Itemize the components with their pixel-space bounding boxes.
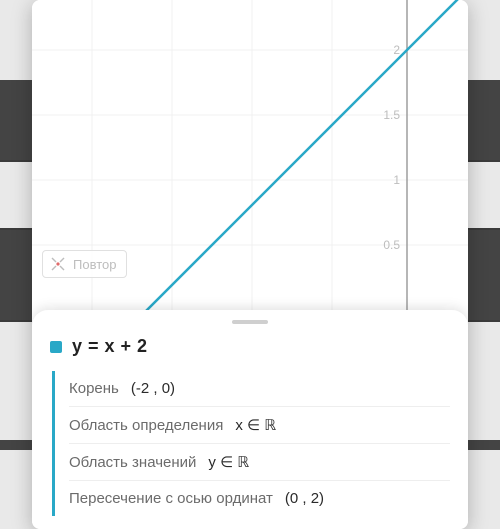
property-range[interactable]: Область значений y ∈ ℝ bbox=[69, 443, 450, 480]
property-root[interactable]: Корень (-2 , 0) bbox=[69, 371, 450, 406]
property-value: (0 , 2) bbox=[285, 490, 324, 507]
graph-panel: 2 1.5 1 0.5 Повтор bbox=[32, 0, 468, 529]
property-y-intercept[interactable]: Пересечение с осью ординат (0 , 2) bbox=[69, 480, 450, 516]
properties-list: Корень (-2 , 0) Область определения x ∈ … bbox=[52, 371, 450, 516]
property-value: y ∈ ℝ bbox=[208, 453, 249, 471]
property-label: Пересечение с осью ординат bbox=[69, 490, 273, 507]
tick-2: 2 bbox=[393, 43, 400, 57]
reset-view-button[interactable]: Повтор bbox=[42, 250, 127, 278]
property-label: Область определения bbox=[69, 417, 223, 434]
tick-15: 1.5 bbox=[383, 108, 400, 122]
property-domain[interactable]: Область определения x ∈ ℝ bbox=[69, 406, 450, 443]
sheet-grabber[interactable] bbox=[232, 320, 268, 324]
series-line bbox=[72, 0, 468, 310]
details-sheet: y = x + 2 Корень (-2 , 0) Область опреде… bbox=[32, 310, 468, 529]
tick-1: 1 bbox=[393, 173, 400, 187]
property-label: Область значений bbox=[69, 454, 196, 471]
property-value: x ∈ ℝ bbox=[235, 416, 276, 434]
property-label: Корень bbox=[69, 380, 119, 397]
chart-area[interactable]: 2 1.5 1 0.5 Повтор bbox=[32, 0, 468, 310]
property-value: (-2 , 0) bbox=[131, 380, 175, 397]
series-color-swatch bbox=[50, 341, 62, 353]
reset-view-label: Повтор bbox=[73, 257, 116, 272]
equation-row[interactable]: y = x + 2 bbox=[50, 336, 450, 357]
recenter-icon bbox=[49, 255, 67, 273]
equation-text: y = x + 2 bbox=[72, 336, 148, 357]
tick-05: 0.5 bbox=[383, 238, 400, 252]
